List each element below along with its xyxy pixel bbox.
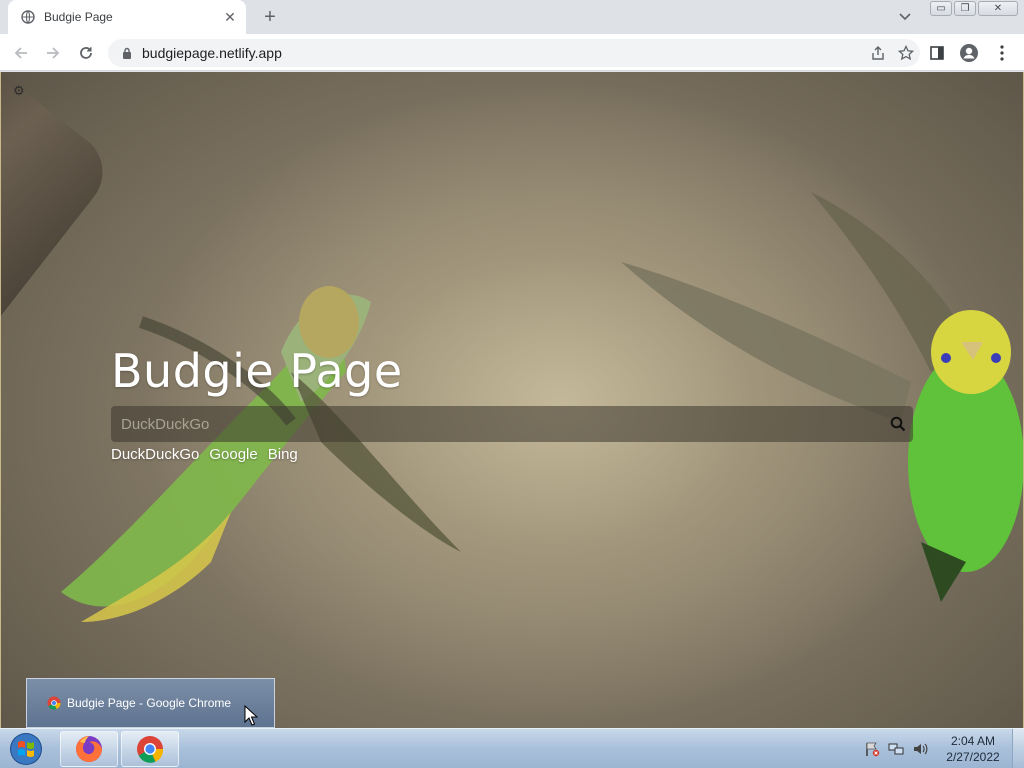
budgie-image-right — [621, 192, 1023, 602]
lock-icon[interactable] — [120, 46, 134, 60]
tab-title: Budgie Page — [44, 10, 113, 24]
start-button[interactable] — [4, 730, 48, 768]
close-tab-icon[interactable]: ✕ — [220, 7, 240, 27]
system-tray — [864, 729, 928, 768]
address-bar[interactable]: budgiepage.netlify.app — [108, 39, 920, 67]
mouse-cursor-icon — [244, 705, 258, 726]
firefox-icon — [76, 736, 102, 762]
restore-button[interactable]: ❐ — [954, 1, 976, 16]
engine-link-duckduckgo[interactable]: DuckDuckGo — [111, 446, 199, 463]
clock-date: 2/27/2022 — [946, 750, 1000, 764]
share-icon[interactable] — [864, 39, 892, 67]
tab-strip: Budgie Page ✕ + ▭ ❐ ✕ — [0, 0, 1024, 34]
reload-button[interactable] — [73, 40, 99, 66]
network-icon[interactable] — [888, 741, 904, 757]
volume-icon[interactable] — [912, 741, 928, 757]
show-desktop-button[interactable] — [1012, 729, 1024, 768]
taskbar-window-preview[interactable]: Budgie Page - Google Chrome — [26, 678, 275, 728]
profile-avatar-icon[interactable] — [956, 40, 982, 66]
taskbar-app-chrome[interactable] — [121, 731, 179, 767]
new-tab-button[interactable]: + — [258, 6, 282, 28]
minimize-button[interactable]: ▭ — [930, 1, 952, 16]
back-button[interactable] — [8, 40, 34, 66]
search-bar — [111, 406, 913, 442]
chrome-icon — [137, 736, 164, 763]
system-clock[interactable]: 2:04 AM 2/27/2022 — [940, 733, 1006, 765]
browser-toolbar: budgiepage.netlify.app — [0, 34, 1024, 71]
engine-link-google[interactable]: Google — [209, 446, 257, 463]
clock-time: 2:04 AM — [950, 734, 996, 748]
menu-kebab-icon[interactable] — [989, 40, 1015, 66]
url-text[interactable]: budgiepage.netlify.app — [142, 45, 864, 61]
action-center-flag-icon[interactable] — [864, 741, 880, 757]
chevron-down-icon[interactable] — [893, 7, 917, 27]
preview-label: Budgie Page - Google Chrome — [67, 696, 232, 710]
bookmark-star-icon[interactable] — [892, 39, 920, 67]
page-viewport: ⚙ Budgie Page DuckDuckGo Google Bing — [0, 72, 1024, 728]
window-close-button[interactable]: ✕ — [978, 1, 1018, 16]
globe-icon — [20, 9, 36, 25]
search-engine-links: DuckDuckGo Google Bing — [111, 446, 298, 463]
search-input[interactable] — [111, 406, 883, 442]
taskbar-app-firefox[interactable] — [60, 731, 118, 767]
forward-button[interactable] — [40, 40, 66, 66]
search-icon[interactable] — [883, 409, 913, 439]
page-title: Budgie Page — [111, 344, 403, 398]
windows-taskbar: 2:04 AM 2/27/2022 — [0, 728, 1024, 768]
tab-budgie-page[interactable]: Budgie Page ✕ — [8, 0, 246, 34]
settings-gear-icon[interactable]: ⚙ — [13, 84, 27, 98]
window-controls: ▭ ❐ ✕ — [930, 1, 1018, 16]
chrome-icon — [47, 696, 61, 710]
engine-link-bing[interactable]: Bing — [268, 446, 298, 463]
side-panel-icon[interactable] — [924, 40, 950, 66]
